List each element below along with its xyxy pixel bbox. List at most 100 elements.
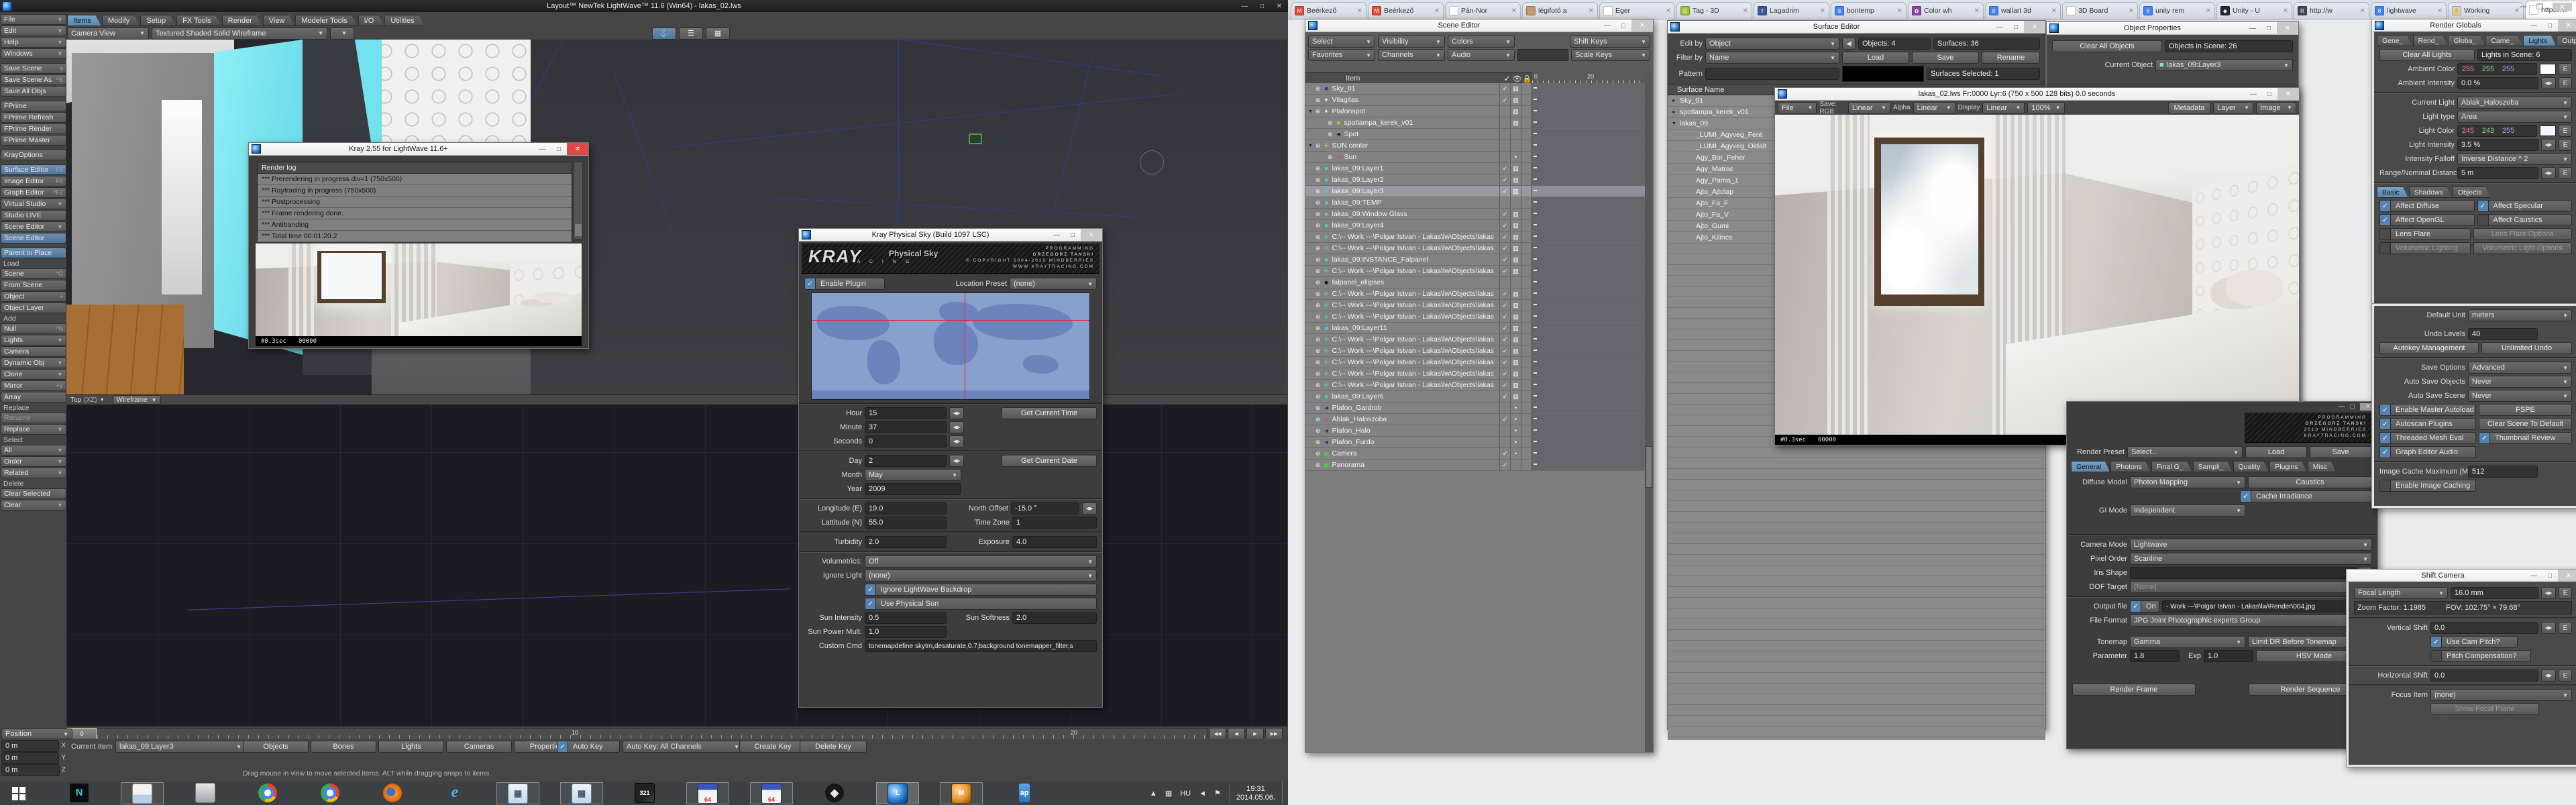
light-intensity-field[interactable]: 3.5 % bbox=[2457, 139, 2538, 151]
timeline-track[interactable] bbox=[1532, 243, 1645, 254]
lock-column[interactable] bbox=[1521, 448, 1532, 459]
scene-item-row[interactable]: ⊕◄Ablak_Haloszoba ✓ • bbox=[1305, 414, 1645, 425]
main-tab[interactable]: Modeler Tools bbox=[295, 15, 357, 26]
lock-column[interactable] bbox=[1521, 140, 1532, 151]
visibility-toggle[interactable]: ▥ bbox=[1510, 300, 1521, 311]
timeline-track[interactable] bbox=[1532, 95, 1645, 105]
menu-edit[interactable]: Edit▼ bbox=[1, 25, 66, 36]
lock-column[interactable] bbox=[1521, 391, 1532, 402]
timeline-track[interactable] bbox=[1532, 266, 1645, 276]
active-check[interactable]: ✓ bbox=[1499, 95, 1510, 105]
sidebar-item[interactable]: Save Scenes bbox=[1, 63, 66, 74]
focal-length-dropdown[interactable]: Focal Length▼ bbox=[2354, 587, 2448, 599]
sidebar-item[interactable]: Replace▼ bbox=[1, 424, 66, 435]
horizontal-shift-field[interactable]: 0.0 bbox=[2430, 669, 2538, 682]
scale-keys-dropdown[interactable]: Scale Keys▼ bbox=[1571, 49, 1650, 61]
titlebar[interactable]: Kray 2.55 for LightWave 11.6+ —□✕ bbox=[249, 143, 588, 156]
menu-windows[interactable]: Windows▼ bbox=[1, 48, 66, 59]
panel-tab[interactable]: Basic bbox=[2377, 186, 2408, 198]
scene-item-row[interactable]: ⊕✛C:\-- Work ---\Polgar Istvan - Lakas\l… bbox=[1305, 345, 1645, 357]
audio-dropdown[interactable]: Audio▼ bbox=[1448, 49, 1515, 61]
active-check[interactable] bbox=[1499, 117, 1510, 128]
scene-item-row[interactable]: ⊕✦Vilagitas ✓ ▥ bbox=[1305, 95, 1645, 106]
sidebar-item[interactable]: Save Scene As^S bbox=[1, 74, 66, 85]
tonemap-dropdown[interactable]: Gamma▼ bbox=[2130, 636, 2245, 648]
tray-icon[interactable]: HU bbox=[1180, 790, 1191, 798]
scene-item-row[interactable]: ⊕◄Plafon_Furdo • bbox=[1305, 437, 1645, 448]
main-tab[interactable]: I/O bbox=[358, 15, 384, 26]
envelope-button[interactable]: E bbox=[2559, 125, 2572, 137]
collapse-button[interactable]: ◀ bbox=[1842, 38, 1856, 50]
active-check[interactable] bbox=[1499, 140, 1510, 151]
sidebar-item[interactable]: Save All Objs bbox=[1, 86, 66, 97]
save-button[interactable]: Save bbox=[1912, 52, 1979, 64]
save-options-dropdown[interactable]: Advanced▼ bbox=[2468, 362, 2572, 374]
visibility-toggle[interactable]: ▥ bbox=[1510, 231, 1521, 242]
render-frame-button[interactable]: Render Frame bbox=[2072, 684, 2196, 696]
visibility-toggle[interactable]: ▥ bbox=[1510, 266, 1521, 276]
taskbar-app-button[interactable]: ▦ bbox=[496, 782, 539, 804]
preset-load-button[interactable]: Load bbox=[2245, 446, 2307, 458]
sidebar-item[interactable]: Scene Editor▼ bbox=[1, 221, 66, 232]
rotate-gizmo-icon[interactable] bbox=[1140, 150, 1164, 174]
timeline-track[interactable] bbox=[1532, 323, 1645, 333]
visibility-toggle[interactable]: ▥ bbox=[1510, 357, 1521, 368]
sidebar-item[interactable] bbox=[1, 161, 66, 164]
lock-column[interactable] bbox=[1521, 266, 1532, 276]
scene-item-row[interactable]: ⊕✛C:\-- Work ---\Polgar Istvan - Lakas\l… bbox=[1305, 368, 1645, 380]
lock-column[interactable] bbox=[1521, 95, 1532, 105]
turbidity-field[interactable]: 2.0 bbox=[865, 536, 947, 548]
current-light-dropdown[interactable]: Ablak_Haloszoba▼ bbox=[2457, 97, 2572, 109]
autokey-toggle[interactable]: ✓Auto Key bbox=[557, 741, 620, 753]
main-tab[interactable]: View bbox=[263, 15, 295, 26]
maximize-button[interactable]: □ bbox=[2542, 19, 2558, 32]
visibility-toggle[interactable]: ▥ bbox=[1510, 95, 1521, 105]
lock-column[interactable] bbox=[1521, 414, 1532, 425]
ambient-color-swatch[interactable] bbox=[2540, 64, 2556, 74]
visibility-toggle[interactable]: ▥ bbox=[1510, 368, 1521, 379]
delete-key-button[interactable]: Delete Key bbox=[800, 741, 867, 753]
minute-field[interactable]: 37 bbox=[865, 421, 947, 433]
layer-dropdown[interactable]: Layer▼ bbox=[2213, 102, 2253, 114]
active-check[interactable]: ✓ bbox=[1499, 380, 1510, 390]
scene-item-row[interactable]: ⊕✛C:\-- Work ---\Polgar Istvan - Lakas\l… bbox=[1305, 288, 1645, 300]
scene-item-row[interactable]: ⊕■lakas_09:Layer6 ✓ ▥ bbox=[1305, 391, 1645, 402]
scene-item-row[interactable]: ⊕■lakas_09:Layer2 ✓ ▥ bbox=[1305, 174, 1645, 186]
scene-item-row[interactable]: ⊕✛C:\-- Work ---\Polgar Istvan - Lakas\l… bbox=[1305, 243, 1645, 254]
scene-item-row[interactable]: ⊕■spotlampa_kerek_v01 ▥ bbox=[1305, 117, 1645, 129]
browser-tab[interactable]: Rhttp://w✕ bbox=[2294, 2, 2369, 19]
lock-column[interactable] bbox=[1521, 197, 1532, 208]
active-check[interactable]: ✓ bbox=[1499, 209, 1510, 219]
image-caching-toggle[interactable]: Enable Image Caching bbox=[2379, 480, 2476, 492]
tab-close-icon[interactable]: ✕ bbox=[1743, 7, 1748, 15]
load-button[interactable]: Load bbox=[1842, 52, 1909, 64]
threaded-mesh-toggle[interactable]: ✓Threaded Mesh Eval bbox=[2379, 432, 2476, 444]
minimize-button[interactable]: — bbox=[2526, 19, 2542, 32]
lock-column[interactable] bbox=[1521, 231, 1532, 242]
lock-column[interactable] bbox=[1521, 220, 1532, 231]
camera-mode-dropdown[interactable]: Lightwave▼ bbox=[2130, 539, 2372, 551]
sidebar-item[interactable]: Virtual Studio▼ bbox=[1, 199, 66, 209]
minimize-button[interactable]: — bbox=[1599, 19, 1615, 32]
active-check[interactable]: ✓ bbox=[1499, 448, 1510, 459]
titlebar[interactable]: Render Globals —□✕ bbox=[2372, 19, 2576, 32]
browser-tab[interactable]: fLagadrim✕ bbox=[1754, 2, 1829, 19]
caustics-button[interactable]: Caustics bbox=[2248, 476, 2372, 488]
get-current-date-button[interactable]: Get Current Date bbox=[1002, 455, 1097, 467]
timeline-track[interactable] bbox=[1532, 334, 1645, 345]
scene-item-row[interactable]: ⊕◄Spot bbox=[1305, 129, 1645, 140]
sidebar-item[interactable]: Rename bbox=[1, 413, 66, 423]
lock-column[interactable] bbox=[1521, 460, 1532, 470]
extra-dropdown[interactable]: ▼ bbox=[330, 28, 354, 40]
lock-column[interactable] bbox=[1521, 357, 1532, 368]
maximize-button[interactable]: □ bbox=[551, 143, 567, 155]
active-check[interactable]: ✓ bbox=[1499, 334, 1510, 345]
year-field[interactable]: 2009 bbox=[865, 483, 961, 495]
sidebar-item[interactable]: Image EditorF6 bbox=[1, 176, 66, 186]
hour-field[interactable]: 15 bbox=[865, 407, 947, 419]
tab-close-icon[interactable]: ✕ bbox=[1974, 7, 1980, 15]
favorites-dropdown[interactable]: Favorites▼ bbox=[1308, 49, 1375, 61]
viewport2-shading-dropdown[interactable]: Wireframe▼ bbox=[113, 395, 161, 405]
lens-flare-toggle[interactable]: Lens Flare bbox=[2379, 228, 2471, 240]
visibility-toggle[interactable]: ▥ bbox=[1510, 220, 1521, 231]
